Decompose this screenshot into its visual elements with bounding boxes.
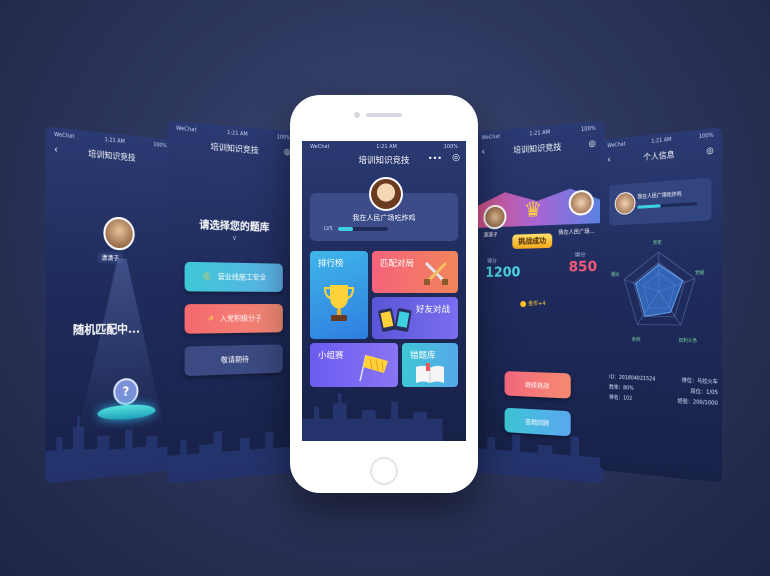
bank-option-construction[interactable]: ⛑ 营业线施工安全 — [184, 261, 283, 292]
camera — [354, 112, 360, 118]
radar-label: 党规 — [694, 270, 705, 277]
wrong-questions-label: 错题库 — [410, 351, 436, 361]
carrier: WeChat — [481, 133, 501, 142]
right-name: 我在人民广场... — [558, 228, 595, 237]
target-icon[interactable]: ◎ — [589, 138, 596, 148]
bank-option-coming-soon[interactable]: 敬请期待 — [184, 344, 283, 377]
coin-text: 金币+4 — [528, 300, 546, 308]
coin-reward: 金币+4 — [520, 300, 546, 308]
friend-battle-label: 好友对战 — [416, 305, 451, 315]
match-tile[interactable]: 匹配对局 — [372, 251, 458, 293]
avatar — [103, 216, 135, 251]
coin-icon — [520, 300, 527, 307]
city-skyline — [167, 426, 298, 484]
friend-battle-tile[interactable]: 好友对战 — [372, 297, 458, 339]
bank-option-label: 入党积极分子 — [219, 314, 262, 323]
screen-title: 培训知识竞技 — [513, 142, 562, 156]
success-badge: 挑战成功 — [512, 233, 553, 249]
group-match-label: 小组赛 — [318, 351, 344, 361]
bank-option-label: 敬请期待 — [220, 355, 249, 365]
level-progress-bar — [338, 227, 388, 231]
level-bar — [637, 202, 697, 209]
profile-card: 我在人民广场吃炸鸡 — [609, 177, 712, 226]
time: 1:21 AM — [529, 129, 551, 138]
continue-challenge-button[interactable]: 继续挑战 — [504, 371, 571, 399]
phone-frame: WeChat 1:21 AM 100% 培训知识竞技 ••• ◎ 我在人民广场吃炸鸡… — [290, 95, 478, 493]
back-icon[interactable]: ‹ — [54, 145, 58, 156]
bank-option-party[interactable]: ☭ 入党积极分子 — [184, 304, 283, 334]
bank-option-label: 营业线施工安全 — [217, 272, 267, 282]
radar-label: 条例 — [631, 337, 641, 343]
screen-title: 个人信息 — [643, 149, 675, 163]
battery: 100% — [443, 144, 458, 150]
menu-dots-icon[interactable]: ••• — [428, 154, 442, 163]
matching-screen: WeChat 1:21 AM 100% ‹ 培训知识竞技 潇潇子 随机匹配中... … — [45, 126, 174, 484]
avatar — [614, 191, 636, 216]
chevron-down-icon: ∨ — [231, 233, 238, 243]
question-bank-screen: WeChat 1:21 AM 100% 培训知识竞技 ◎ 请选择您的题库 ∨ ⛑ 营业… — [167, 120, 298, 484]
screen-title: 培训知识竞技 — [210, 142, 259, 156]
app-title: 培训知识竞技 — [358, 156, 410, 166]
bank-heading: 请选择您的题库 — [199, 219, 270, 235]
trophy-icon — [324, 285, 354, 321]
battery: 100% — [698, 132, 714, 141]
carrier: WeChat — [310, 144, 330, 150]
left-name: 潇潇子 — [483, 232, 498, 239]
back-icon[interactable]: ‹ — [607, 155, 610, 165]
match-label: 匹配对局 — [380, 259, 415, 269]
helmet-icon: ⛑ — [202, 272, 212, 282]
left-score: 1200 — [485, 265, 521, 281]
target-icon[interactable]: ◎ — [452, 153, 460, 163]
crossed-swords-icon — [424, 261, 448, 285]
speaker — [366, 113, 402, 117]
time: 1:21 AM — [651, 136, 672, 145]
ranking-label: 排行榜 — [318, 259, 344, 269]
right-score: 850 — [568, 259, 598, 276]
radar-label: 权利义务 — [678, 338, 697, 345]
back-icon[interactable]: ‹ — [482, 147, 485, 157]
home-screen: WeChat 1:21 AM 100% 培训知识竞技 ••• ◎ 我在人民广场吃炸鸡… — [302, 141, 466, 441]
party-emblem-icon: ☭ — [207, 314, 214, 323]
city-skyline — [302, 393, 443, 441]
score-label: 得分 — [574, 252, 586, 259]
rank-number: 排名：102 — [609, 394, 633, 402]
battery: 100% — [580, 125, 596, 134]
flag-icon — [359, 354, 388, 382]
city-skyline — [45, 410, 174, 484]
radar-label: 党史 — [652, 240, 662, 247]
result-screen: WeChat 1:21 AM 100% ‹ 培训知识竞技 ◎ 潇潇子 我在人民广场.… — [474, 120, 605, 484]
radar-label: 理论 — [611, 272, 620, 278]
phones-icon — [378, 308, 412, 332]
user-name: 我在人民广场吃炸鸡 — [352, 214, 416, 222]
experience: 经验：200/1000 — [677, 398, 718, 408]
city-skyline — [474, 430, 605, 484]
profile-name: 我在人民广场吃炸鸡 — [637, 191, 682, 201]
home-button[interactable] — [370, 457, 398, 485]
carrier: WeChat — [54, 131, 75, 141]
time: 1:21 AM — [104, 136, 125, 146]
crown-icon: ♛ — [524, 196, 543, 222]
screen-title: 培训知识竞技 — [88, 148, 136, 163]
score-label: 得分 — [487, 258, 497, 265]
stats-block: ID：201804021524 排位：马拉火车 胜率：80% 段位：1/05 排名：… — [609, 372, 718, 409]
battery: 100% — [276, 134, 291, 142]
ranking-tile[interactable]: 排行榜 — [310, 251, 368, 339]
matching-text: 随机匹配中... — [72, 322, 140, 337]
carrier: WeChat — [607, 141, 626, 150]
target-icon[interactable]: ◎ — [706, 145, 713, 155]
battery: 100% — [153, 141, 167, 150]
level-label: LV5 — [324, 226, 333, 232]
radar-chart — [618, 246, 701, 335]
time: 1:21 AM — [227, 129, 248, 138]
profile-screen: WeChat 1:21 AM 100% ‹ 个人信息 ◎ 我在人民广场吃炸鸡 党史 … — [600, 127, 723, 483]
time: 1:21 AM — [376, 144, 397, 150]
avatar — [369, 177, 403, 211]
carrier: WeChat — [176, 125, 197, 134]
